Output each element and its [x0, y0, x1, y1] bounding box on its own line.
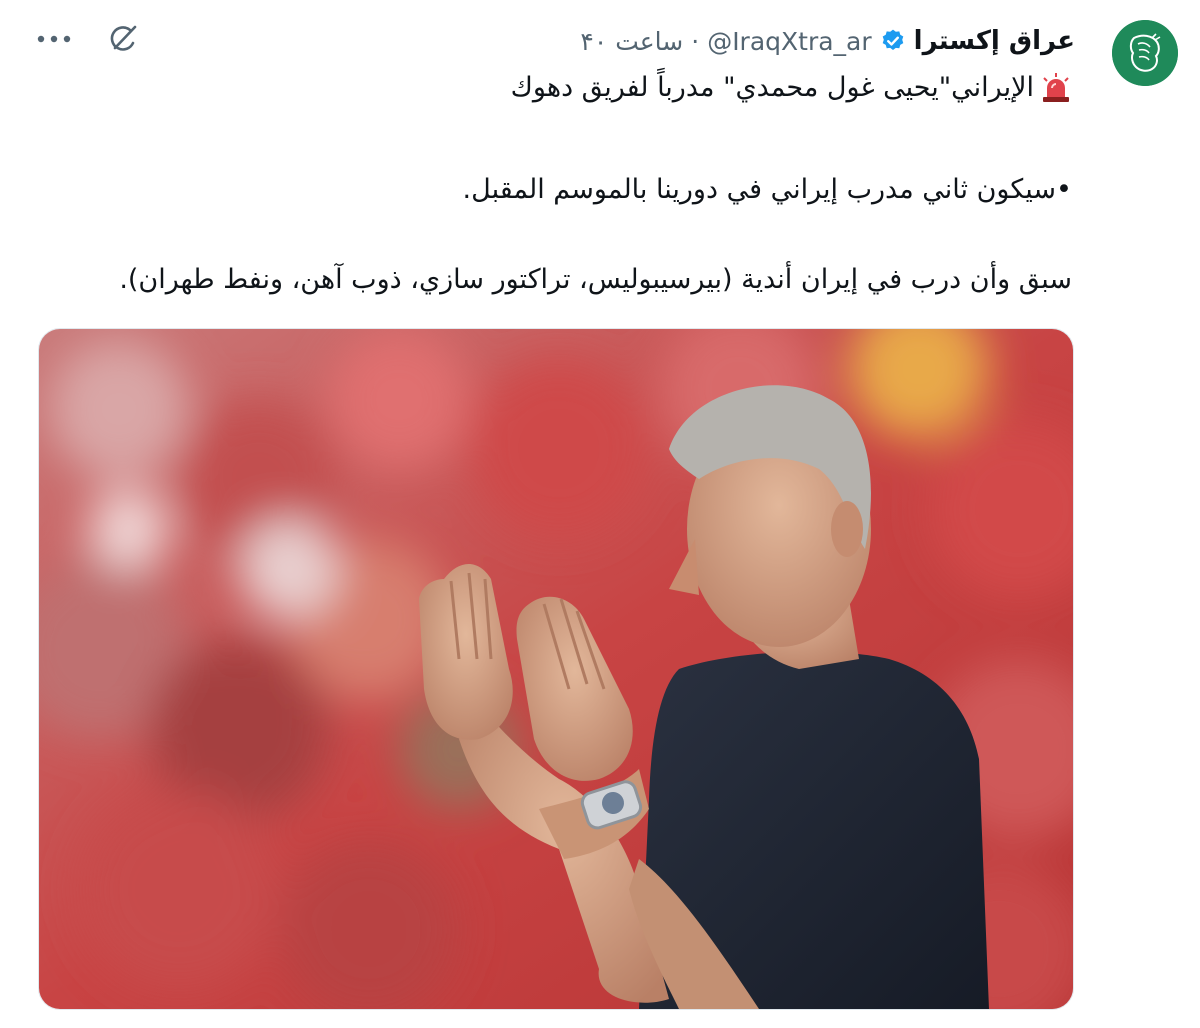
headline-text: الإيراني"يحيى غول محمدي" مدرباً لفريق ده…	[510, 72, 1034, 103]
coach-photo-image	[39, 329, 1073, 1009]
account-handle[interactable]: @IraqXtra_ar	[707, 27, 871, 56]
tweet-media-photo[interactable]	[38, 328, 1074, 1010]
verified-badge-icon	[880, 28, 906, 54]
grok-icon[interactable]	[106, 22, 140, 56]
tweet-timestamp[interactable]: ۴۰ ساعت	[580, 27, 683, 56]
header-separator: ·	[691, 26, 700, 56]
tweet-text-line-1: الإيراني"يحيى غول محمدي" مدرباً لفريق ده…	[112, 66, 1072, 110]
tweet-text-line-3: سبق وأن درب في إيران أندية (بيرسيبوليس، …	[119, 264, 1072, 295]
tweet-text-line-2: •سيكون ثاني مدرب إيراني في دورينا بالموس…	[462, 174, 1072, 205]
more-options-icon[interactable]	[36, 33, 72, 45]
account-avatar[interactable]	[1112, 20, 1178, 86]
tweet-text: الإيراني"يحيى غول محمدي" مدرباً لفريق ده…	[112, 66, 1072, 302]
tweet-actions	[36, 22, 140, 56]
tweet-card: عراق إكسترا @IraqXtra_ar · ۴۰ ساعت الإير…	[0, 0, 1200, 1028]
display-name[interactable]: عراق إكسترا	[914, 26, 1075, 56]
police-siren-icon	[1040, 72, 1072, 104]
iraq-xtra-logo-icon	[1112, 20, 1178, 86]
tweet-header: عراق إكسترا @IraqXtra_ar · ۴۰ ساعت	[580, 20, 1075, 62]
